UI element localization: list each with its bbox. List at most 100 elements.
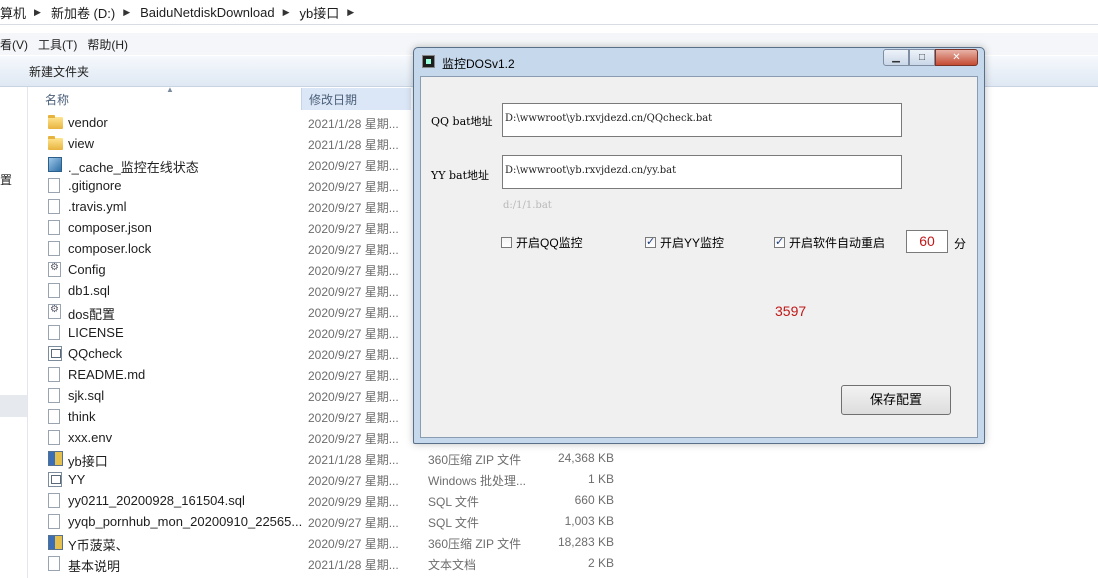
file-name: think <box>68 409 96 424</box>
config-icon <box>48 304 61 319</box>
file-name: 基本说明 <box>68 559 121 574</box>
menu-view[interactable]: 看(V) <box>0 36 38 53</box>
file-size: 2 KB <box>587 556 614 570</box>
file-size: 660 KB <box>574 493 614 507</box>
qq-monitor-checkbox[interactable]: 开启QQ监控 <box>501 234 583 251</box>
new-folder-button[interactable]: 新建文件夹 <box>29 63 89 80</box>
breadcrumb-drive-d[interactable]: 新加卷 (D:) <box>45 3 119 22</box>
column-header-name-label: 名称 <box>45 92 70 107</box>
document-icon <box>48 514 60 529</box>
batch-icon <box>48 472 62 487</box>
file-type: SQL 文件 <box>428 495 479 509</box>
minutes-unit-label: 分 <box>954 237 967 251</box>
file-name: dos配置 <box>68 307 115 322</box>
file-date: 2020/9/27 星期... <box>308 516 399 530</box>
file-name: LICENSE <box>68 325 124 340</box>
minimize-button[interactable]: ▁ <box>883 49 909 66</box>
file-type: SQL 文件 <box>428 516 479 530</box>
file-date: 2020/9/27 星期... <box>308 474 399 488</box>
file-name: README.md <box>68 367 146 382</box>
nav-selected-item[interactable] <box>0 395 27 417</box>
close-button[interactable]: ✕ <box>935 49 978 66</box>
breadcrumb-separator-icon[interactable]: ▶ <box>30 7 45 18</box>
file-name: composer.json <box>68 220 152 235</box>
file-date: 2020/9/29 星期... <box>308 495 399 509</box>
document-icon <box>48 493 60 508</box>
column-header-date[interactable]: 修改日期 <box>301 88 411 110</box>
document-icon <box>48 178 60 193</box>
breadcrumb-yb-interface[interactable]: yb接口 <box>293 3 343 22</box>
yy-bat-path-label: YY bat地址 <box>431 169 490 182</box>
dialog-client-area: QQ bat地址 D:\wwwroot\yb.rxvjdezd.cn/QQche… <box>420 76 978 438</box>
file-name: .gitignore <box>68 178 122 193</box>
file-date: 2020/9/27 星期... <box>308 222 399 236</box>
file-name: YY <box>68 472 86 487</box>
breadcrumb-baidunetdisk[interactable]: BaiduNetdiskDownload <box>134 5 278 20</box>
address-bar[interactable]: 算机 ▶ 新加卷 (D:) ▶ BaiduNetdiskDownload ▶ y… <box>0 0 1098 25</box>
file-type: 360压缩 ZIP 文件 <box>428 453 522 467</box>
file-row[interactable]: yb接口 2021/1/28 星期... 360压缩 ZIP 文件 24,368 KB <box>45 448 625 469</box>
file-date: 2020/9/27 星期... <box>308 159 399 173</box>
yy-bat-path-input[interactable]: D:\wwwroot\yb.rxvjdezd.cn/yy.bat <box>502 155 902 189</box>
file-name: Config <box>68 262 106 277</box>
yy-monitor-checkbox[interactable]: 开启YY监控 <box>645 234 724 251</box>
file-date: 2020/9/27 星期... <box>308 264 399 278</box>
document-icon <box>48 388 60 403</box>
auto-restart-checkbox-box[interactable] <box>774 235 785 248</box>
file-date: 2020/9/27 星期... <box>308 243 399 257</box>
breadcrumb-separator-icon[interactable]: ▶ <box>119 7 134 18</box>
dialog-title: 监控DOSv1.2 <box>442 57 515 71</box>
file-size: 1,003 KB <box>564 514 614 528</box>
document-icon <box>48 367 60 382</box>
auto-restart-checkbox[interactable]: 开启软件自动重启 <box>774 234 885 251</box>
document-icon <box>48 220 60 235</box>
file-name: Y币菠菜、 <box>68 538 129 553</box>
file-name: xxx.env <box>68 430 113 445</box>
qq-monitor-label: 开启QQ监控 <box>516 236 583 250</box>
dialog-title-bar[interactable]: 监控DOSv1.2 ▁ □ ✕ <box>414 48 984 76</box>
file-row[interactable]: yy0211_20200928_161504.sql 2020/9/29 星期..… <box>45 490 625 511</box>
file-name: yyqb_pornhub_mon_20200910_22565... <box>68 514 303 529</box>
folder-icon <box>48 136 63 150</box>
breadcrumb-separator-icon[interactable]: ▶ <box>343 7 358 18</box>
breadcrumb-separator-icon[interactable]: ▶ <box>279 7 294 18</box>
save-config-button[interactable]: 保存配置 <box>841 385 951 415</box>
file-name: sjk.sql <box>68 388 105 403</box>
menu-tools[interactable]: 工具(T) <box>38 36 87 53</box>
navigation-pane[interactable]: 置 <box>0 87 28 578</box>
file-date: 2021/1/28 星期... <box>308 558 399 572</box>
file-type: Windows 批处理... <box>428 474 527 488</box>
file-date: 2020/9/27 星期... <box>308 285 399 299</box>
file-row[interactable]: 基本说明 2021/1/28 星期... 文本文档 2 KB <box>45 553 625 574</box>
file-date: 2021/1/28 星期... <box>308 117 399 131</box>
url-icon <box>48 157 62 172</box>
file-date: 2021/1/28 星期... <box>308 453 399 467</box>
restart-minutes-input[interactable]: 60 <box>906 230 948 253</box>
app-icon <box>422 55 435 68</box>
nav-item-label[interactable]: 置 <box>0 171 12 188</box>
path-format-hint: d:/1/1.bat <box>503 200 552 211</box>
maximize-button[interactable]: □ <box>909 49 935 66</box>
breadcrumb-computer[interactable]: 算机 <box>0 3 30 22</box>
file-size: 18,283 KB <box>557 535 614 549</box>
file-row[interactable]: yyqb_pornhub_mon_20200910_22565... 2020/9… <box>45 511 625 532</box>
menu-help[interactable]: 帮助(H) <box>87 36 138 53</box>
archive-icon <box>48 451 63 466</box>
file-name: composer.lock <box>68 241 152 256</box>
file-row[interactable]: YY 2020/9/27 星期... Windows 批处理... 1 KB <box>45 469 625 490</box>
file-name: QQcheck <box>68 346 123 361</box>
qq-monitor-checkbox-box[interactable] <box>501 237 512 248</box>
file-date: 2020/9/27 星期... <box>308 306 399 320</box>
file-name: yy0211_20200928_161504.sql <box>68 493 245 508</box>
window-controls: ▁ □ ✕ <box>883 49 978 66</box>
file-row[interactable]: Y币菠菜、 2020/9/27 星期... 360压缩 ZIP 文件 18,283 K… <box>45 532 625 553</box>
qq-bat-path-input[interactable]: D:\wwwroot\yb.rxvjdezd.cn/QQcheck.bat <box>502 103 902 137</box>
yy-monitor-checkbox-box[interactable] <box>645 235 656 248</box>
qq-bat-path-label: QQ bat地址 <box>431 115 493 128</box>
file-date: 2020/9/27 星期... <box>308 327 399 341</box>
folder-icon <box>48 115 63 129</box>
file-name: vendor <box>68 115 108 130</box>
file-name: .travis.yml <box>68 199 127 214</box>
document-icon <box>48 283 60 298</box>
document-icon <box>48 556 60 571</box>
